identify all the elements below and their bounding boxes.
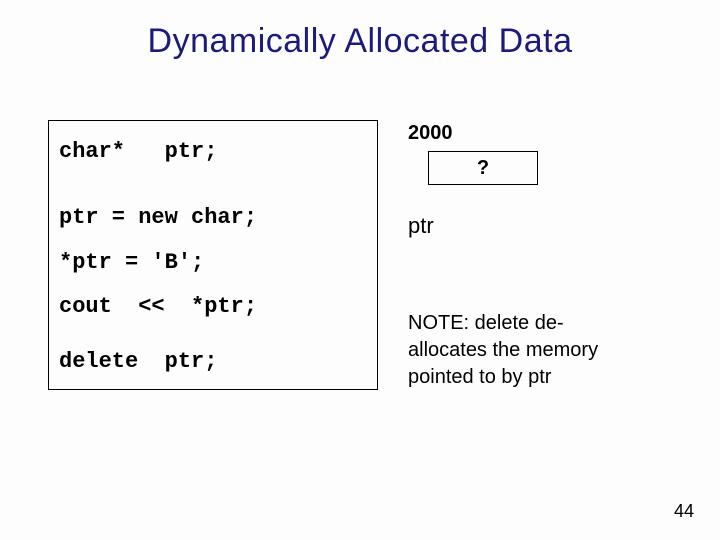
code-line-1: char* ptr;: [59, 139, 367, 165]
page-number: 44: [674, 501, 694, 522]
note-text: NOTE: delete de- allocates the memory po…: [408, 310, 668, 391]
note-line2: allocates the memory pointed to by ptr: [408, 339, 598, 388]
code-line-2: ptr = new char;: [59, 205, 367, 231]
memory-address-label: 2000: [408, 122, 538, 145]
code-line-3: *ptr = 'B';: [59, 250, 367, 276]
memory-diagram: 2000 ? ptr: [408, 122, 538, 239]
code-box: char* ptr; ptr = new char; *ptr = 'B'; c…: [48, 120, 378, 390]
note-line1: NOTE: delete de-: [408, 312, 564, 334]
memory-cell: ?: [428, 151, 538, 185]
code-line-5: delete ptr;: [59, 349, 367, 375]
code-line-4: cout << *ptr;: [59, 294, 367, 320]
slide-title: Dynamically Allocated Data: [0, 0, 720, 61]
memory-value: ?: [477, 157, 489, 180]
variable-name-label: ptr: [408, 213, 538, 239]
